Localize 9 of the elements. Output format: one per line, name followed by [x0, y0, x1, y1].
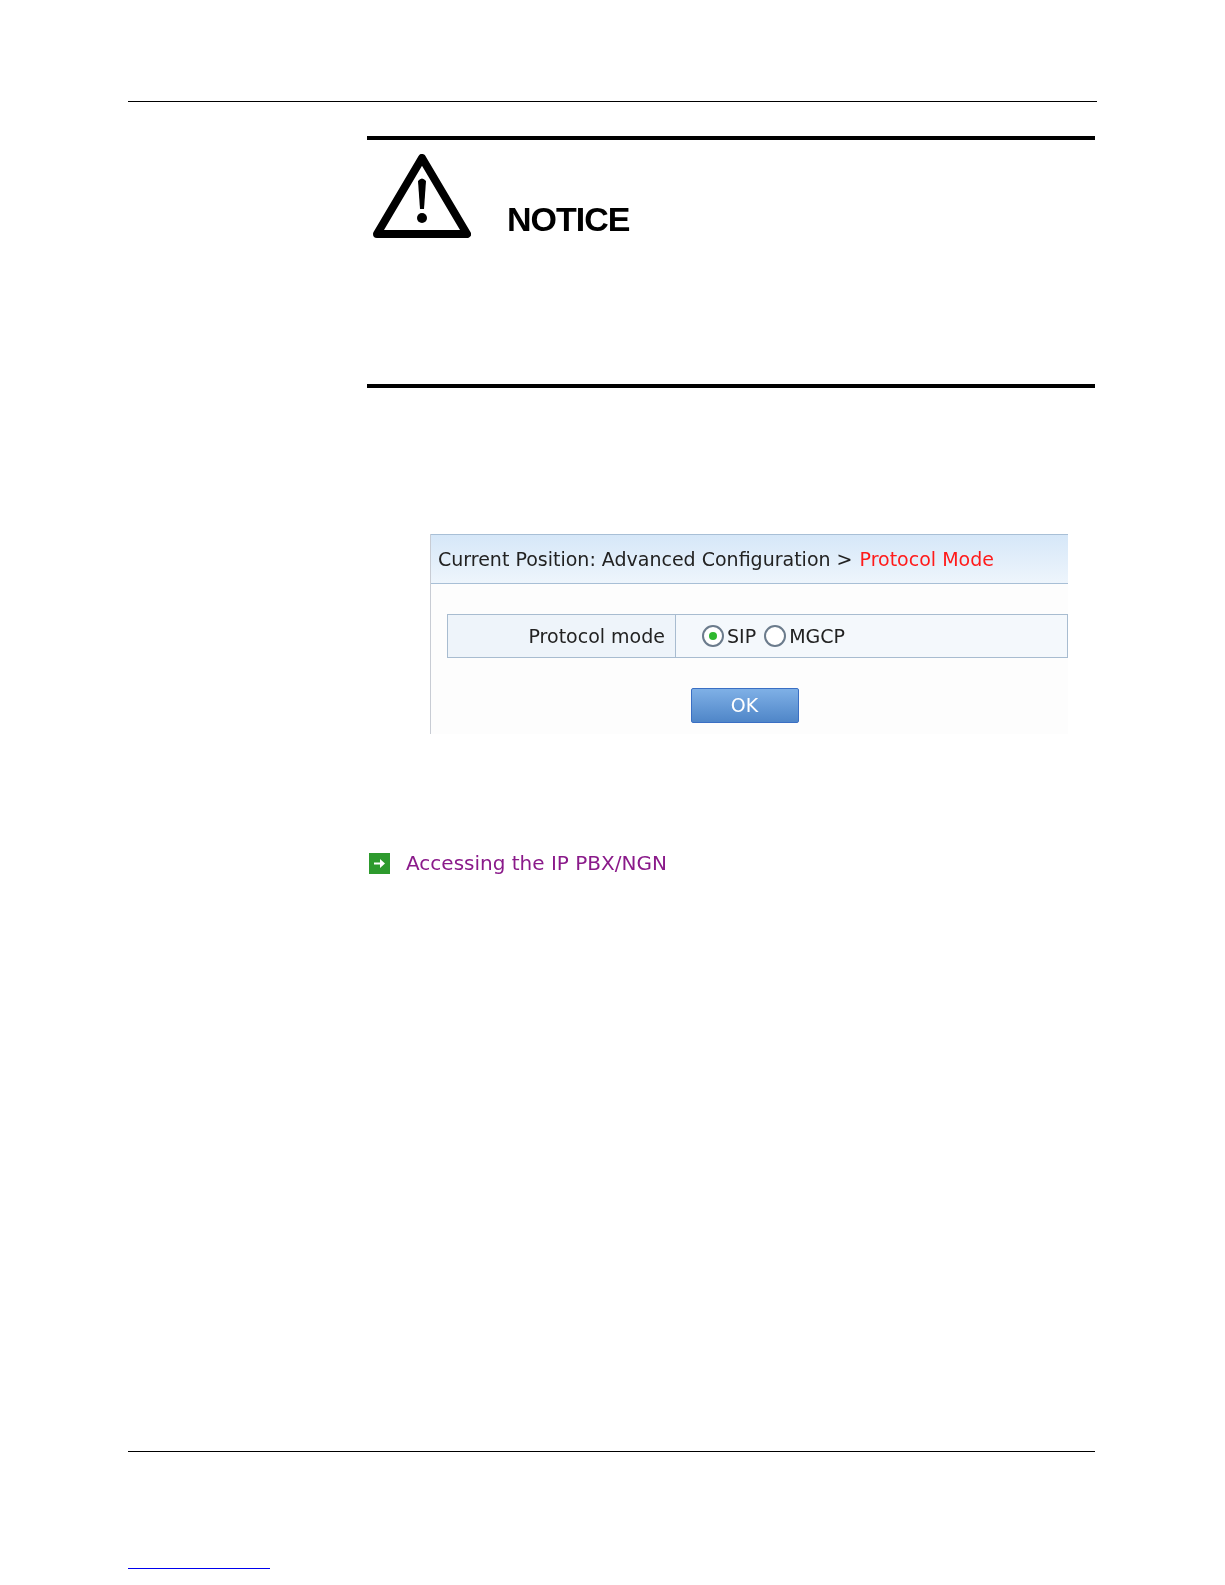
- breadcrumb-path: Current Position: Advanced Configuration >: [438, 546, 853, 572]
- section-link[interactable]: Accessing the IP PBX/NGN: [406, 848, 667, 878]
- radio-option[interactable]: MGCP: [764, 621, 845, 651]
- notice-title: NOTICE: [507, 202, 630, 236]
- radio-option[interactable]: SIP: [702, 621, 757, 651]
- arrow-right-icon: [369, 852, 390, 874]
- warning-icon: [373, 154, 471, 238]
- field-label: Protocol mode: [448, 615, 676, 657]
- breadcrumb-current: Protocol Mode: [859, 546, 994, 572]
